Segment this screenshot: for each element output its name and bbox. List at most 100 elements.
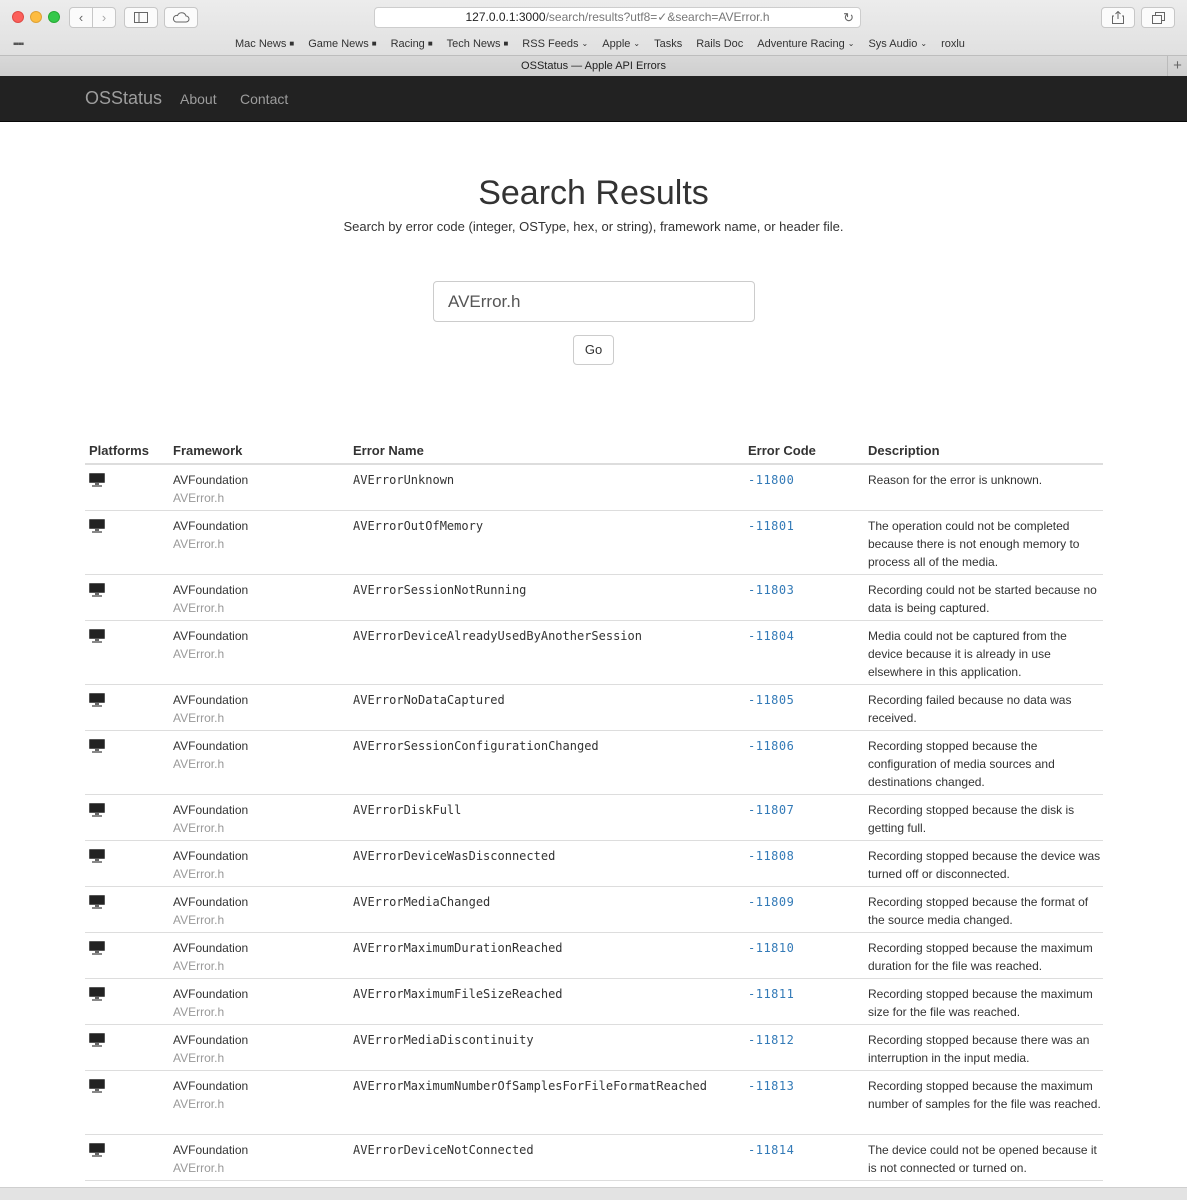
favorite-label: Game News bbox=[308, 38, 369, 50]
error-name: AVErrorMediaChanged bbox=[353, 895, 491, 909]
favorite-label: Mac News bbox=[235, 38, 287, 50]
framework-cell: AVFoundation AVError.h bbox=[173, 691, 248, 727]
favorite-item[interactable]: Sys Audio ⌄ bbox=[868, 38, 927, 50]
nav-contact-link[interactable]: Contact bbox=[240, 91, 288, 107]
column-header-platforms: Platforms bbox=[89, 443, 149, 458]
favorite-label: Tech News bbox=[446, 38, 501, 50]
folder-square-icon: ■ bbox=[503, 39, 509, 48]
error-description: Recording stopped because the maximum du… bbox=[868, 941, 1093, 973]
header-file: AVError.h bbox=[173, 867, 225, 881]
favorites-bar: ▪▪▪▪ Mac News ■ Game News ■ Racing ■ Tech News… bbox=[0, 36, 1187, 54]
close-window-button[interactable] bbox=[12, 11, 24, 23]
framework-cell: AVFoundation AVError.h bbox=[173, 1031, 248, 1067]
favorite-item[interactable]: Mac News ■ bbox=[235, 38, 294, 50]
framework-cell: AVFoundation AVError.h bbox=[173, 627, 248, 663]
framework-name: AVFoundation bbox=[173, 519, 249, 533]
error-code-link[interactable]: -11804 bbox=[748, 627, 794, 645]
chevron-down-icon: ⌄ bbox=[633, 39, 641, 48]
mac-platform-icon bbox=[89, 987, 105, 1001]
tabs-icon bbox=[1151, 12, 1165, 24]
folder-square-icon: ■ bbox=[371, 39, 377, 48]
sidebar-toggle-button[interactable] bbox=[124, 7, 158, 28]
go-button[interactable]: Go bbox=[573, 335, 614, 365]
back-button[interactable]: ‹ bbox=[69, 7, 93, 28]
error-code-link[interactable]: -11806 bbox=[748, 737, 794, 755]
favorite-item[interactable]: Tech News ■ bbox=[447, 38, 509, 50]
error-name: AVErrorDeviceAlreadyUsedByAnotherSession bbox=[353, 629, 642, 643]
error-code-link[interactable]: -11812 bbox=[748, 1031, 794, 1049]
favorite-item[interactable]: Racing ■ bbox=[391, 38, 433, 50]
chevron-right-icon: › bbox=[101, 10, 107, 25]
results-table: Platforms Framework Error Name Error Cod… bbox=[85, 438, 1103, 1200]
framework-cell: AVFoundation AVError.h bbox=[173, 939, 248, 975]
active-tab-title[interactable]: OSStatus — Apple API Errors bbox=[521, 60, 666, 72]
framework-cell: AVFoundation AVError.h bbox=[173, 893, 248, 929]
error-description: Recording could not be started because n… bbox=[868, 583, 1097, 615]
brand-link[interactable]: OSStatus bbox=[85, 88, 162, 109]
framework-cell: AVFoundation AVError.h bbox=[173, 847, 248, 883]
zoom-window-button[interactable] bbox=[48, 11, 60, 23]
favorite-item[interactable]: Apple ⌄ bbox=[602, 38, 640, 50]
chevron-down-icon: ⌄ bbox=[847, 39, 855, 48]
favorite-item[interactable]: RSS Feeds ⌄ bbox=[522, 38, 588, 50]
framework-cell: AVFoundation AVError.h bbox=[173, 1141, 248, 1177]
error-code-link[interactable]: -11803 bbox=[748, 581, 794, 599]
error-code-link[interactable]: -11814 bbox=[748, 1141, 794, 1159]
framework-name: AVFoundation bbox=[173, 849, 249, 863]
error-description: Recording stopped because the configurat… bbox=[868, 739, 1055, 789]
error-code-link[interactable]: -11813 bbox=[748, 1077, 794, 1095]
icloud-tabs-button[interactable] bbox=[164, 7, 198, 28]
error-code-link[interactable]: -11808 bbox=[748, 847, 794, 865]
favorite-item[interactable]: Game News ■ bbox=[308, 38, 376, 50]
nav-about-link[interactable]: About bbox=[180, 91, 217, 107]
table-row: AVFoundation AVError.h AVErrorDiskFull -118… bbox=[85, 795, 1103, 841]
framework-name: AVFoundation bbox=[173, 895, 249, 909]
share-button[interactable] bbox=[1101, 7, 1135, 28]
error-description: Reason for the error is unknown. bbox=[868, 473, 1043, 487]
folder-square-icon: ■ bbox=[289, 39, 295, 48]
browser-toolbar: ‹ › 127.0.0.1:3000/search/results?utf8=✓… bbox=[0, 0, 1187, 36]
favorite-item[interactable]: Adventure Racing ⌄ bbox=[757, 38, 854, 50]
top-sites-grid-icon[interactable]: ▪▪▪▪ bbox=[13, 39, 24, 50]
header-file: AVError.h bbox=[173, 601, 225, 615]
url-host: 127.0.0.1:3000 bbox=[465, 10, 546, 24]
favorite-item[interactable]: Rails Doc bbox=[696, 38, 743, 50]
framework-name: AVFoundation bbox=[173, 941, 249, 955]
minimize-window-button[interactable] bbox=[30, 11, 42, 23]
error-code-link[interactable]: -11800 bbox=[748, 471, 794, 489]
favorite-label: roxlu bbox=[941, 38, 965, 50]
error-description: Recording stopped because there was an i… bbox=[868, 1033, 1090, 1065]
mac-platform-icon bbox=[89, 941, 105, 955]
bottom-scrollbar[interactable] bbox=[0, 1187, 1187, 1200]
error-description: The device could not be opened because i… bbox=[868, 1143, 1097, 1175]
favorite-item[interactable]: roxlu bbox=[941, 38, 965, 50]
error-name: AVErrorDeviceNotConnected bbox=[353, 1143, 534, 1157]
favorites-list: Mac News ■ Game News ■ Racing ■ Tech News ■ RSS … bbox=[235, 38, 965, 50]
address-bar[interactable]: 127.0.0.1:3000/search/results?utf8=✓&sea… bbox=[374, 7, 861, 28]
search-input[interactable]: AVError.h bbox=[433, 281, 755, 322]
framework-name: AVFoundation bbox=[173, 629, 249, 643]
error-description: Recording failed because no data was rec… bbox=[868, 693, 1072, 725]
reload-icon[interactable]: ↻ bbox=[843, 8, 854, 27]
error-code-link[interactable]: -11805 bbox=[748, 691, 794, 709]
header-file: AVError.h bbox=[173, 647, 225, 661]
framework-cell: AVFoundation AVError.h bbox=[173, 801, 248, 837]
forward-button[interactable]: › bbox=[92, 7, 116, 28]
table-row: AVFoundation AVError.h AVErrorDeviceWasDis… bbox=[85, 841, 1103, 887]
error-code-link[interactable]: -11811 bbox=[748, 985, 794, 1003]
table-row: AVFoundation AVError.h AVErrorMaximumFileS… bbox=[85, 979, 1103, 1025]
error-name: AVErrorMaximumNumberOfSamplesForFileForm… bbox=[353, 1079, 708, 1093]
error-description: Media could not be captured from the dev… bbox=[868, 629, 1067, 679]
show-all-tabs-button[interactable] bbox=[1141, 7, 1175, 28]
error-code-link[interactable]: -11807 bbox=[748, 801, 794, 819]
favorite-item[interactable]: Tasks bbox=[654, 38, 682, 50]
error-name: AVErrorMaximumDurationReached bbox=[353, 941, 563, 955]
header-file: AVError.h bbox=[173, 959, 225, 973]
error-code-link[interactable]: -11801 bbox=[748, 517, 794, 535]
header-file: AVError.h bbox=[173, 913, 225, 927]
favorite-label: Adventure Racing bbox=[757, 38, 845, 50]
column-header-framework: Framework bbox=[173, 443, 243, 458]
new-tab-button[interactable]: + bbox=[1167, 56, 1187, 76]
error-code-link[interactable]: -11809 bbox=[748, 893, 794, 911]
error-code-link[interactable]: -11810 bbox=[748, 939, 794, 957]
